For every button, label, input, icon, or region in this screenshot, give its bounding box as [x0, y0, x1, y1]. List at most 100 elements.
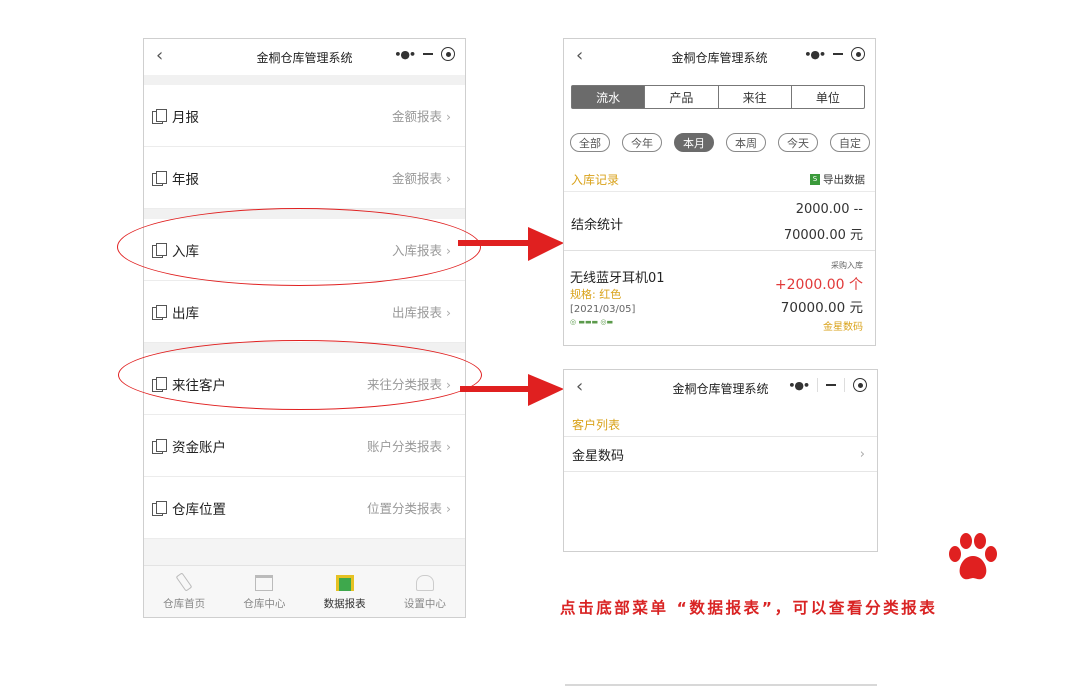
document-icon — [152, 500, 167, 516]
bottom-tab-bar: 仓库首页 仓库中心 数据报表 设置中心 — [144, 565, 465, 617]
filter-all[interactable]: 全部 — [570, 133, 610, 152]
tab-label: 仓库中心 — [243, 598, 286, 610]
section-header: 入库记录 S 导出数据 — [564, 167, 875, 191]
chevron-right-icon: › — [446, 501, 451, 516]
row-outbound[interactable]: 出库 出库报表 › — [144, 281, 465, 343]
instruction-caption: 点击底部菜单 “数据报表”，可以查看分类报表 — [560, 599, 938, 617]
filter-today[interactable]: 今天 — [778, 133, 818, 152]
record-name: 无线蓝牙耳机01 — [570, 271, 665, 286]
tab-settings[interactable]: 设置中心 — [385, 566, 465, 617]
record-date: [2021/03/05] — [570, 304, 636, 315]
row-label: 仓库位置 — [172, 501, 226, 518]
chevron-right-icon: › — [446, 109, 451, 124]
record-qty: +2000.00 个 — [774, 277, 863, 293]
section-title: 入库记录 — [571, 172, 620, 187]
app-title: 金桐仓库管理系统 — [256, 50, 353, 65]
record-shop: 金星数码 — [823, 322, 863, 333]
row-link[interactable]: 金额报表 › — [392, 168, 451, 187]
highlight-oval-inbound — [117, 208, 481, 286]
back-icon[interactable]: ‹ — [576, 377, 583, 397]
highlight-oval-customers — [118, 340, 482, 410]
customer-list-screen: ‹ 金桐仓库管理系统 •●• 客户列表 金星数码 › — [563, 369, 878, 552]
row-accounts[interactable]: 资金账户 账户分类报表 › — [144, 415, 465, 477]
chevron-right-icon: › — [446, 171, 451, 186]
back-icon[interactable]: ‹ — [156, 46, 163, 66]
row-label: 年报 — [172, 171, 199, 188]
close-target-icon[interactable] — [441, 47, 455, 61]
more-icon[interactable]: •●• — [788, 379, 810, 392]
reports-icon — [335, 575, 354, 591]
filter-year[interactable]: 今年 — [622, 133, 662, 152]
date-filter: 全部 今年 本月 本周 今天 自定 — [570, 133, 870, 152]
title-bar: ‹ 金桐仓库管理系统 •●• — [564, 370, 877, 406]
chevron-right-icon: › — [446, 439, 451, 454]
pen-icon — [175, 572, 193, 592]
filter-month[interactable]: 本月 — [674, 133, 714, 152]
tab-warehouse-center[interactable]: 仓库中心 — [224, 566, 304, 617]
capsule-menu[interactable]: •●• — [804, 47, 865, 61]
document-icon — [152, 170, 167, 186]
minimize-icon[interactable] — [833, 53, 843, 55]
segment-control: 流水 产品 来往 单位 — [571, 85, 865, 109]
document-icon — [152, 438, 167, 454]
report-list: 月报 金额报表 › 年报 金额报表 › 入库 入库报表 › 出库 出库报表 › 来往客户… — [144, 75, 465, 539]
segment-unit[interactable]: 单位 — [792, 86, 864, 108]
box-icon — [255, 575, 274, 591]
segment-flow[interactable]: 流水 — [572, 86, 646, 108]
tab-home[interactable]: 仓库首页 — [144, 566, 224, 617]
row-yearly[interactable]: 年报 金额报表 › — [144, 147, 465, 209]
segment-contacts[interactable]: 来往 — [719, 86, 792, 108]
title-bar: ‹ 金桐仓库管理系统 •●• — [144, 39, 465, 75]
row-link[interactable]: 账户分类报表 › — [367, 436, 451, 455]
app-title: 金桐仓库管理系统 — [671, 50, 768, 65]
row-link[interactable]: 出库报表 › — [392, 302, 451, 321]
row-monthly[interactable]: 月报 金额报表 › — [144, 85, 465, 147]
row-link[interactable]: 位置分类报表 › — [367, 498, 451, 517]
capsule-menu[interactable]: •●• — [788, 378, 867, 392]
more-icon[interactable]: •●• — [804, 48, 826, 61]
record-kind: 采购入库 — [831, 261, 863, 270]
filter-custom[interactable]: 自定 — [830, 133, 870, 152]
row-locations[interactable]: 仓库位置 位置分类报表 › — [144, 477, 465, 539]
divider — [144, 75, 465, 85]
back-icon[interactable]: ‹ — [576, 46, 583, 66]
user-icon — [415, 575, 434, 591]
paw-icon — [949, 533, 997, 580]
divider — [565, 684, 877, 686]
export-button[interactable]: S 导出数据 — [810, 172, 865, 187]
record-amount: 70000.00 元 — [780, 300, 863, 316]
row-link[interactable]: 金额报表 › — [392, 106, 451, 125]
arrow-right-icon — [458, 227, 564, 261]
summary-label: 结余统计 — [571, 218, 624, 233]
close-target-icon[interactable] — [851, 47, 865, 61]
summary-amount: 70000.00 元 — [783, 228, 863, 243]
tab-label: 仓库首页 — [163, 598, 206, 610]
tab-label: 数据报表 — [323, 598, 366, 610]
balance-summary: 结余统计 2000.00 -- 70000.00 元 — [564, 191, 875, 251]
filter-week[interactable]: 本周 — [726, 133, 766, 152]
row-label: 出库 — [172, 305, 199, 322]
segment-product[interactable]: 产品 — [645, 86, 719, 108]
title-bar: ‹ 金桐仓库管理系统 •●• — [564, 39, 875, 75]
capsule-menu[interactable]: •●• — [394, 47, 455, 61]
section-title: 客户列表 — [572, 418, 621, 432]
customer-name: 金星数码 — [572, 448, 625, 464]
chevron-right-icon: › — [446, 305, 451, 320]
document-icon — [152, 108, 167, 124]
chevron-right-icon: › — [859, 446, 865, 462]
row-label: 月报 — [172, 109, 199, 126]
minimize-icon[interactable] — [826, 384, 836, 386]
export-label: 导出数据 — [823, 173, 865, 186]
minimize-icon[interactable] — [423, 53, 433, 55]
app-title: 金桐仓库管理系统 — [672, 381, 769, 396]
row-label: 资金账户 — [172, 439, 226, 456]
customer-row[interactable]: 金星数码 › — [564, 436, 877, 472]
more-icon[interactable]: •●• — [394, 48, 416, 61]
record-item[interactable]: 采购入库 无线蓝牙耳机01 规格: 红色 [2021/03/05] ◎ ▬▬▬ … — [564, 255, 875, 341]
divider — [844, 378, 845, 392]
close-target-icon[interactable] — [853, 378, 867, 392]
left-phone-screen: ‹ 金桐仓库管理系统 •●• 月报 金额报表 › 年报 金额报表 › 入库 入库报表… — [143, 38, 466, 618]
inbound-report-screen: ‹ 金桐仓库管理系统 •●• 流水 产品 来往 单位 全部 今年 本月 本周 今… — [563, 38, 876, 346]
tab-data-reports[interactable]: 数据报表 — [305, 566, 385, 617]
summary-qty: 2000.00 -- — [795, 202, 863, 217]
